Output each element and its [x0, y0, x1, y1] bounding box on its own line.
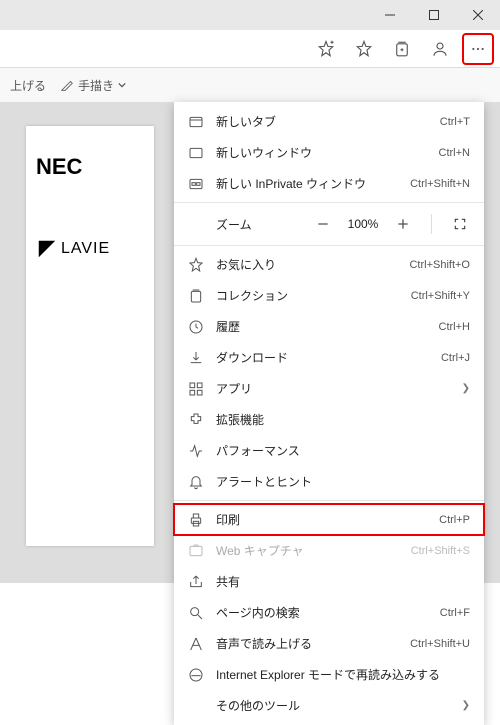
chevron-right-icon: ❯: [462, 700, 470, 711]
menu-separator: [174, 245, 484, 246]
lavie-logo: LAVIE: [36, 238, 154, 260]
menu-label: 音声で読み上げる: [206, 635, 410, 652]
menu-shortcut: Ctrl+Shift+S: [411, 545, 470, 557]
close-button[interactable]: [456, 0, 500, 30]
menu-label: 印刷: [206, 511, 439, 528]
menu-shortcut: Ctrl+Shift+U: [410, 638, 470, 650]
menu-shortcut: Ctrl+N: [439, 147, 470, 159]
new-tab-icon: [186, 114, 206, 130]
menu-history[interactable]: 履歴 Ctrl+H: [174, 311, 484, 342]
menu-extensions[interactable]: 拡張機能: [174, 404, 484, 435]
menu-web-capture[interactable]: Web キャプチャ Ctrl+Shift+S: [174, 535, 484, 566]
menu-more-tools[interactable]: その他のツール ❯: [174, 690, 484, 721]
menu-print[interactable]: 印刷 Ctrl+P: [174, 504, 484, 535]
menu-label: 新しいタブ: [206, 113, 440, 130]
search-icon: [186, 605, 206, 621]
add-favorite-icon[interactable]: [310, 33, 342, 65]
menu-favorites[interactable]: お気に入り Ctrl+Shift+O: [174, 249, 484, 280]
menu-label: Internet Explorer モードで再読み込みする: [206, 666, 470, 683]
chevron-right-icon: ❯: [462, 383, 470, 394]
menu-label: アラートとヒント: [206, 473, 470, 490]
menu-collections[interactable]: コレクション Ctrl+Shift+Y: [174, 280, 484, 311]
menu-label: ダウンロード: [206, 349, 441, 366]
menu-label: 拡張機能: [206, 411, 470, 428]
fullscreen-button[interactable]: [446, 210, 474, 238]
subbar-item[interactable]: 上げる: [10, 77, 46, 94]
menu-read-aloud[interactable]: 音声で読み上げる Ctrl+Shift+U: [174, 628, 484, 659]
menu-label: 新しいウィンドウ: [206, 144, 439, 161]
menu-shortcut: Ctrl+Shift+O: [409, 259, 470, 271]
menu-label: ページ内の検索: [206, 604, 440, 621]
menu-shortcut: Ctrl+T: [440, 116, 470, 128]
capture-icon: [186, 543, 206, 559]
menu-label: お気に入り: [206, 256, 409, 273]
read-aloud-icon: [186, 636, 206, 652]
menu-shortcut: Ctrl+Shift+Y: [411, 290, 470, 302]
ie-icon: [186, 667, 206, 683]
menu-label: 新しい InPrivate ウィンドウ: [206, 175, 410, 192]
menu-new-tab[interactable]: 新しいタブ Ctrl+T: [174, 106, 484, 137]
menu-separator: [174, 202, 484, 203]
share-icon: [186, 574, 206, 590]
window-titlebar: [0, 0, 500, 30]
print-icon: [186, 512, 206, 528]
menu-performance[interactable]: パフォーマンス: [174, 435, 484, 466]
menu-shortcut: Ctrl+Shift+N: [410, 178, 470, 190]
menu-alerts[interactable]: アラートとヒント: [174, 466, 484, 497]
settings-menu: 新しいタブ Ctrl+T 新しいウィンドウ Ctrl+N 新しい InPriva…: [174, 102, 484, 725]
menu-label: その他のツール: [206, 697, 462, 714]
page-preview: NEC LAVIE: [26, 126, 154, 546]
collections-icon: [186, 288, 206, 304]
browser-toolbar: [0, 30, 500, 68]
download-icon: [186, 350, 206, 366]
zoom-label: ズーム: [216, 216, 299, 233]
new-window-icon: [186, 145, 206, 161]
favorites-icon[interactable]: [348, 33, 380, 65]
star-icon: [186, 257, 206, 273]
zoom-controls: ズーム 100%: [174, 206, 484, 242]
maximize-button[interactable]: [412, 0, 456, 30]
menu-separator: [174, 500, 484, 501]
menu-label: コレクション: [206, 287, 411, 304]
zoom-out-button[interactable]: [309, 210, 337, 238]
menu-share[interactable]: 共有: [174, 566, 484, 597]
menu-label: Web キャプチャ: [206, 542, 411, 559]
menu-shortcut: Ctrl+F: [440, 607, 470, 619]
menu-apps[interactable]: アプリ ❯: [174, 373, 484, 404]
nec-logo: NEC: [36, 154, 154, 180]
menu-ie-mode[interactable]: Internet Explorer モードで再読み込みする: [174, 659, 484, 690]
extensions-icon: [186, 412, 206, 428]
zoom-value: 100%: [347, 217, 379, 231]
menu-downloads[interactable]: ダウンロード Ctrl+J: [174, 342, 484, 373]
menu-new-window[interactable]: 新しいウィンドウ Ctrl+N: [174, 137, 484, 168]
menu-find[interactable]: ページ内の検索 Ctrl+F: [174, 597, 484, 628]
divider: [431, 214, 432, 234]
menu-shortcut: Ctrl+J: [441, 352, 470, 364]
apps-icon: [186, 381, 206, 397]
subbar-item[interactable]: 手描き: [60, 77, 126, 94]
menu-label: アプリ: [206, 380, 462, 397]
performance-icon: [186, 443, 206, 459]
minimize-button[interactable]: [368, 0, 412, 30]
history-icon: [186, 319, 206, 335]
profile-icon[interactable]: [424, 33, 456, 65]
inprivate-icon: [186, 176, 206, 192]
menu-button[interactable]: [462, 33, 494, 65]
sub-toolbar: 上げる 手描き: [0, 68, 500, 102]
menu-shortcut: Ctrl+H: [439, 321, 470, 333]
menu-new-inprivate[interactable]: 新しい InPrivate ウィンドウ Ctrl+Shift+N: [174, 168, 484, 199]
menu-label: 共有: [206, 573, 470, 590]
content-area: NEC LAVIE 新しいタブ Ctrl+T 新しいウィンドウ Ctrl+N 新…: [0, 102, 500, 583]
menu-shortcut: Ctrl+P: [439, 514, 470, 526]
menu-label: 履歴: [206, 318, 439, 335]
bell-icon: [186, 474, 206, 490]
menu-label: パフォーマンス: [206, 442, 470, 459]
zoom-in-button[interactable]: [389, 210, 417, 238]
collections-icon[interactable]: [386, 33, 418, 65]
